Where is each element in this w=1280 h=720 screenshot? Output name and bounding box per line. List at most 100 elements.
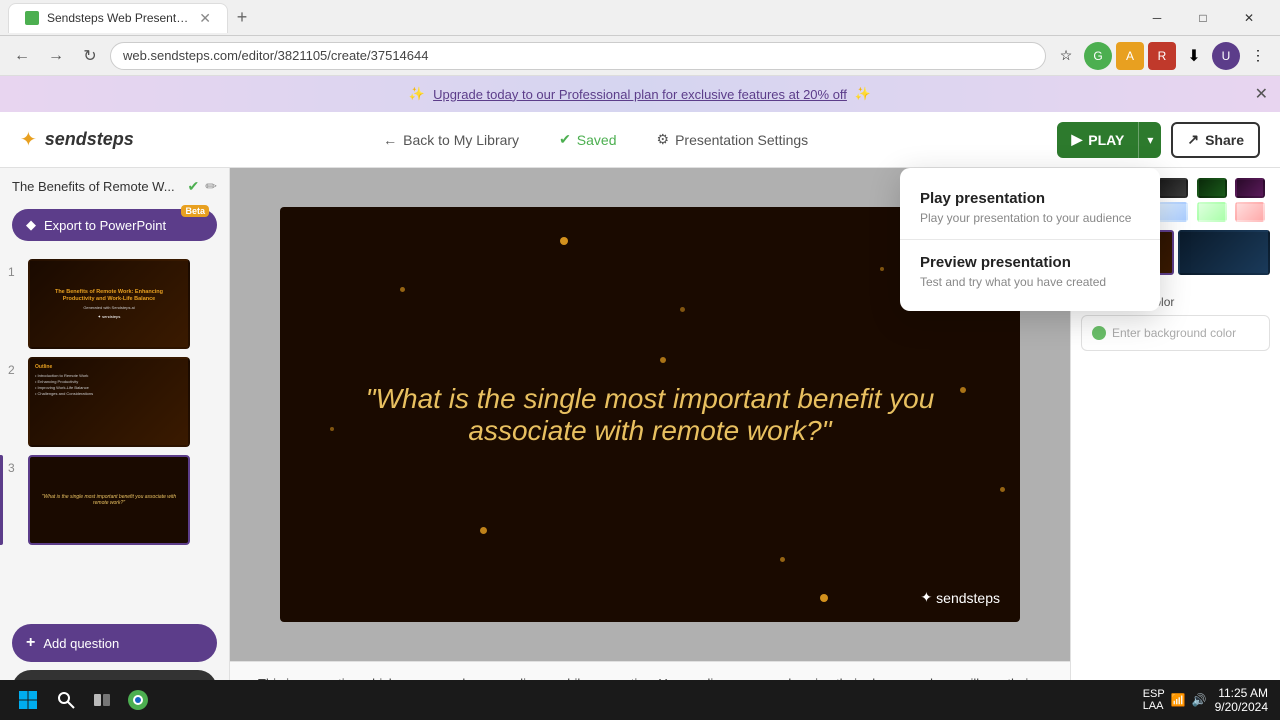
active-slide-indicator [0,455,3,545]
profile-icon[interactable]: U [1212,42,1240,70]
settings-label: Presentation Settings [675,132,808,148]
share-button[interactable]: ↗ Share [1171,122,1260,158]
theme-option[interactable] [1235,202,1265,222]
windows-icon [18,690,38,710]
star-decoration [1000,487,1005,492]
play-label: PLAY [1088,132,1124,148]
taskbar-search-button[interactable] [52,686,80,714]
upgrade-banner: ✨ Upgrade today to our Professional plan… [0,76,1280,112]
saved-check-icon: ✔ [559,131,571,148]
extensions-icon[interactable]: G [1084,42,1112,70]
play-presentation-title: Play presentation [920,190,1140,207]
preview-presentation-title: Preview presentation [920,254,1140,271]
back-to-library-button[interactable]: ← Back to My Library [383,132,519,148]
ext4-icon[interactable]: ⬇ [1180,42,1208,70]
slide-number: 2 [8,363,22,377]
chevron-down-icon: ▾ [1147,133,1153,147]
theme-option[interactable] [1235,178,1265,198]
bookmark-icon[interactable]: ☆ [1052,42,1080,70]
start-button[interactable] [12,684,44,716]
add-question-plus-icon: + [26,634,35,652]
presentation-title-bar: The Benefits of Remote W... ✔ ✏ [0,168,229,205]
preview-presentation-option[interactable]: Preview presentation Test and try what y… [900,240,1160,303]
keyboard-layout-indicator: ESPLAA [1143,688,1165,712]
new-tab-button[interactable]: + [228,4,256,32]
slide-thumb-subtitle: Generated with Sendsteps.ai [83,305,134,310]
address-bar[interactable]: web.sendsteps.com/editor/3821105/create/… [110,42,1046,70]
slide-item[interactable]: 1 The Benefits of Remote Work: Enhancing… [8,259,221,349]
slide-thumbnail[interactable]: The Benefits of Remote Work: EnhancingPr… [28,259,190,349]
volume-icon: 🔊 [1192,693,1207,707]
slide-thumbnail[interactable]: Outline • Introduction to Remote Work • … [28,357,190,447]
banner-close-button[interactable]: ✕ [1255,84,1268,104]
slide3-content: "What is the single most important benef… [30,457,188,543]
forward-nav-button[interactable]: → [42,42,70,70]
browser-toolbar: ← → ↻ web.sendsteps.com/editor/3821105/c… [0,36,1280,76]
logo-icon: ✦ [20,127,37,152]
add-question-label: Add question [43,636,119,651]
slide2-items: • Introduction to Remote Work • Enhancin… [35,373,183,397]
ext2-icon[interactable]: A [1116,42,1144,70]
upgrade-link[interactable]: Upgrade today to our Professional plan f… [433,87,847,102]
play-presentation-desc: Play your presentation to your audience [920,211,1140,225]
title-edit-icon[interactable]: ✏ [205,178,217,195]
back-nav-button[interactable]: ← [8,42,36,70]
slide-list: 1 The Benefits of Remote Work: Enhancing… [0,251,229,620]
slide-thumb-title: The Benefits of Remote Work: EnhancingPr… [55,289,163,302]
banner-suffix: ✨ [855,86,871,102]
slide-item[interactable]: 2 Outline • Introduction to Remote Work … [8,357,221,447]
tab-title: Sendsteps Web Presentations [47,11,191,25]
system-clock: 11:25 AM 9/20/2024 [1215,686,1268,714]
play-presentation-option[interactable]: Play presentation Play your presentation… [900,176,1160,239]
theme-option[interactable] [1158,202,1188,222]
play-button-main[interactable]: ▶ PLAY [1057,122,1138,158]
color-swatch [1092,326,1106,340]
address-text: web.sendsteps.com/editor/3821105/create/… [123,48,1033,63]
star-decoration [820,594,828,602]
theme-option-large[interactable] [1178,230,1271,275]
taskbar-chrome-button[interactable] [124,686,152,714]
presentation-settings-button[interactable]: ⚙ Presentation Settings [657,131,809,148]
tab-close-icon[interactable]: ✕ [199,10,211,27]
more-icon[interactable]: ⋮ [1244,42,1272,70]
theme-option[interactable] [1197,178,1227,198]
play-button[interactable]: ▶ PLAY ▾ [1057,122,1161,158]
taskbar-task-view-button[interactable] [88,686,116,714]
export-powerpoint-button[interactable]: ◆ Export to PowerPoint Beta [12,209,217,241]
browser-titlebar: Sendsteps Web Presentations ✕ + ─ □ ✕ [0,0,1280,36]
theme-option[interactable] [1158,178,1188,198]
theme-option[interactable] [1197,202,1227,222]
slide3-question: "What is the single most important benef… [36,494,182,506]
add-question-button[interactable]: + Add question [12,624,217,662]
slide-thumbnail[interactable]: "What is the single most important benef… [28,455,190,545]
slide-logo-icon: ✦ [920,589,932,606]
slide-number: 1 [8,265,22,279]
diamond-icon: ◆ [26,217,36,233]
refresh-button[interactable]: ↻ [76,42,104,70]
header-actions: ▶ PLAY ▾ ↗ Share [1057,122,1260,158]
slide-item[interactable]: 3 "What is the single most important ben… [8,455,221,545]
maximize-button[interactable]: □ [1180,3,1226,33]
minimize-button[interactable]: ─ [1134,3,1180,33]
star-decoration [400,287,405,292]
browser-tab[interactable]: Sendsteps Web Presentations ✕ [8,3,228,33]
search-icon [56,690,76,710]
slide-number: 3 [8,461,22,475]
chrome-icon [127,689,149,711]
background-color-input[interactable]: Enter background color [1081,315,1270,351]
back-label: Back to My Library [403,132,519,148]
play-dropdown-toggle[interactable]: ▾ [1138,122,1161,158]
wifi-icon: 📶 [1171,693,1186,707]
app-header: ✦ sendsteps ← Back to My Library ✔ Saved… [0,112,1280,168]
ext3-icon[interactable]: R [1148,42,1176,70]
preview-presentation-desc: Test and try what you have created [920,275,1140,289]
title-check-icon: ✔ [188,178,200,195]
share-label: Share [1205,132,1244,148]
close-button[interactable]: ✕ [1226,3,1272,33]
slide-thumb-logo: ✦ sendsteps [98,314,121,319]
system-tray: ESPLAA 📶 🔊 [1143,688,1207,712]
saved-indicator: ✔ Saved [559,131,616,148]
play-dropdown-menu: Play presentation Play your presentation… [900,168,1160,311]
clock-time: 11:25 AM [1215,686,1268,700]
logo-text: sendsteps [45,129,134,150]
